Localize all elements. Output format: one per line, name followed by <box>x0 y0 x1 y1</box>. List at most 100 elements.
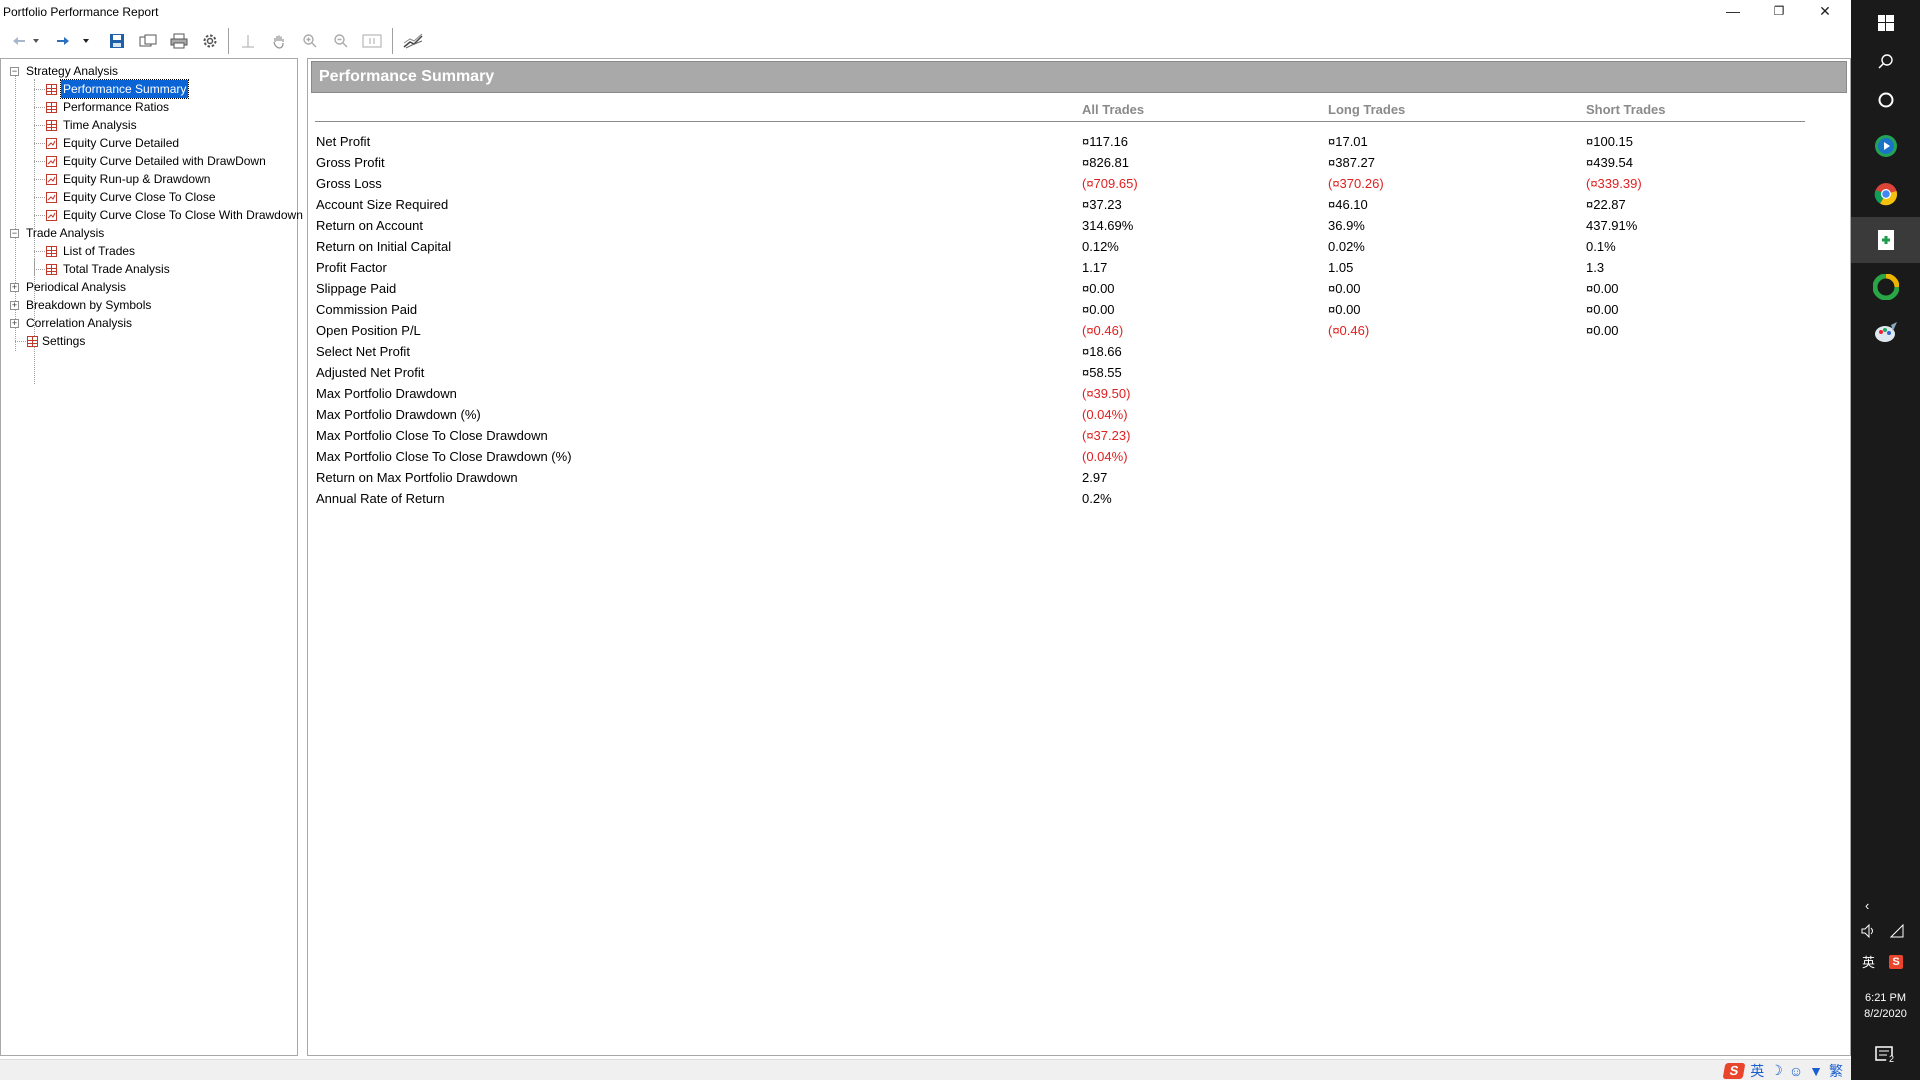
expand-icon[interactable]: + <box>10 301 19 310</box>
sogou-logo-icon[interactable]: S <box>1722 1062 1746 1079</box>
tree-guide <box>34 251 45 252</box>
row-label: Select Net Profit <box>316 344 410 359</box>
tree-guide <box>34 197 45 198</box>
value-all-trades: ¤826.81 <box>1082 155 1129 170</box>
zoom-out-icon[interactable] <box>330 30 352 52</box>
tree-label: Breakdown by Symbols <box>26 298 152 312</box>
chrome-icon[interactable] <box>1851 171 1920 217</box>
value-short-trades: ¤22.87 <box>1586 197 1626 212</box>
report-tree: − Strategy Analysis Performance Summary … <box>0 58 303 1056</box>
value-all-trades: ¤37.23 <box>1082 197 1122 212</box>
value-all-trades: 1.17 <box>1082 260 1108 275</box>
print-icon[interactable] <box>168 30 190 52</box>
row-label: Return on Max Portfolio Drawdown <box>316 470 518 485</box>
minimize-button[interactable]: — <box>1710 0 1756 22</box>
ime-language[interactable]: 英 <box>1750 1061 1764 1081</box>
table-row: Profit Factor 1.17 1.05 1.3 <box>308 260 1838 281</box>
clock[interactable]: 6:21 PM 8/2/2020 <box>1851 990 1920 1022</box>
chart-style-icon[interactable] <box>401 30 425 52</box>
value-all-trades: 314.69% <box>1082 218 1134 233</box>
toolbar-separator <box>228 28 229 54</box>
table-row: Open Position P/L (¤0.46) (¤0.46) ¤0.00 <box>308 323 1838 344</box>
value-long-trades: ¤0.00 <box>1328 281 1361 296</box>
tree-label: Trade Analysis <box>26 226 105 240</box>
ime-emoji-icon[interactable]: ☺ <box>1789 1063 1803 1079</box>
portfolio-app-icon[interactable] <box>1851 217 1920 263</box>
media-player-icon[interactable] <box>1851 123 1920 169</box>
fit-icon[interactable] <box>361 30 383 52</box>
table-icon <box>46 246 57 257</box>
value-all-trades: ¤0.00 <box>1082 302 1115 317</box>
row-label: Gross Loss <box>316 176 382 191</box>
close-button[interactable]: ✕ <box>1802 0 1848 22</box>
toolbar-separator <box>392 28 393 54</box>
tree-label: Equity Run-up & Drawdown <box>63 172 211 186</box>
zoom-in-icon[interactable] <box>299 30 321 52</box>
table-row: Select Net Profit ¤18.66 <box>308 344 1838 365</box>
sogou-tray-icon[interactable]: S <box>1889 953 1903 969</box>
value-all-trades: (0.04%) <box>1082 449 1128 464</box>
hand-icon[interactable] <box>268 30 290 52</box>
value-long-trades: 0.02% <box>1328 239 1365 254</box>
notification-center-icon[interactable]: 2 <box>1875 1046 1897 1069</box>
network-icon[interactable] <box>1889 923 1905 941</box>
export-icon[interactable] <box>137 30 159 52</box>
table-icon <box>46 120 57 131</box>
row-label: Commission Paid <box>316 302 418 317</box>
value-all-trades: ¤117.16 <box>1082 134 1129 149</box>
report-header: Performance Summary <box>311 61 1847 93</box>
gear-icon[interactable] <box>199 30 221 52</box>
table-row: Return on Account 314.69% 36.9% 437.91% <box>308 218 1838 239</box>
forward-dropdown-icon[interactable] <box>80 30 92 52</box>
clock-date: 8/2/2020 <box>1864 1008 1907 1020</box>
value-all-trades: 0.12% <box>1082 239 1119 254</box>
chart-icon <box>46 210 57 221</box>
back-dropdown-icon[interactable] <box>30 30 42 52</box>
row-label: Max Portfolio Close To Close Drawdown (%… <box>316 449 572 464</box>
ime-traditional[interactable]: 繁 <box>1829 1061 1843 1081</box>
show-hidden-icons[interactable]: ‹ <box>1865 898 1869 913</box>
ime-mode-icon[interactable]: ☽ <box>1770 1062 1783 1079</box>
value-all-trades: (¤0.46) <box>1082 323 1124 338</box>
table-row: Account Size Required ¤37.23 ¤46.10 ¤22.87 <box>308 197 1838 218</box>
value-short-trades: ¤0.00 <box>1586 302 1619 317</box>
forward-icon[interactable] <box>52 30 74 52</box>
row-label: Return on Initial Capital <box>316 239 452 254</box>
expand-icon[interactable]: + <box>10 283 19 292</box>
tray-ime-language[interactable]: 英 <box>1862 952 1875 971</box>
value-long-trades: ¤17.01 <box>1328 134 1368 149</box>
collapse-icon[interactable]: − <box>10 67 19 76</box>
tree-label: Time Analysis <box>63 118 137 132</box>
paint-icon[interactable] <box>1851 310 1920 356</box>
crosshair-icon[interactable] <box>237 30 259 52</box>
report-view: Performance Summary All Trades Long Trad… <box>307 58 1851 1056</box>
restore-button[interactable]: ❐ <box>1756 0 1802 22</box>
app-icon[interactable] <box>1851 264 1920 310</box>
table-row: Max Portfolio Drawdown (%) (0.04%) <box>308 407 1838 428</box>
tree-label: Performance Ratios <box>63 100 170 114</box>
save-icon[interactable] <box>106 30 128 52</box>
task-view-icon[interactable] <box>1851 77 1920 123</box>
collapse-icon[interactable]: − <box>10 229 19 238</box>
value-long-trades: ¤387.27 <box>1328 155 1375 170</box>
expand-icon[interactable]: + <box>10 319 19 328</box>
table-row: Gross Profit ¤826.81 ¤387.27 ¤439.54 <box>308 155 1838 176</box>
table-row: Max Portfolio Close To Close Drawdown (%… <box>308 449 1838 470</box>
value-all-trades: (¤709.65) <box>1082 176 1138 191</box>
row-label: Max Portfolio Close To Close Drawdown <box>316 428 548 443</box>
table-row: Net Profit ¤117.16 ¤17.01 ¤100.15 <box>308 134 1838 155</box>
ime-skin-icon[interactable]: ▼ <box>1809 1063 1823 1079</box>
back-icon[interactable] <box>8 30 30 52</box>
value-all-trades: (¤39.50) <box>1082 386 1131 401</box>
value-long-trades: (¤370.26) <box>1328 176 1384 191</box>
value-long-trades: 1.05 <box>1328 260 1354 275</box>
chart-icon <box>46 192 57 203</box>
tree-label: Settings <box>42 334 86 348</box>
value-long-trades: 36.9% <box>1328 218 1365 233</box>
tree-label: Equity Curve Close To Close <box>63 190 216 204</box>
value-all-trades: 2.97 <box>1082 470 1108 485</box>
value-all-trades: (0.04%) <box>1082 407 1128 422</box>
row-label: Return on Account <box>316 218 423 233</box>
volume-icon[interactable] <box>1861 923 1877 941</box>
tree-guide <box>34 215 45 216</box>
